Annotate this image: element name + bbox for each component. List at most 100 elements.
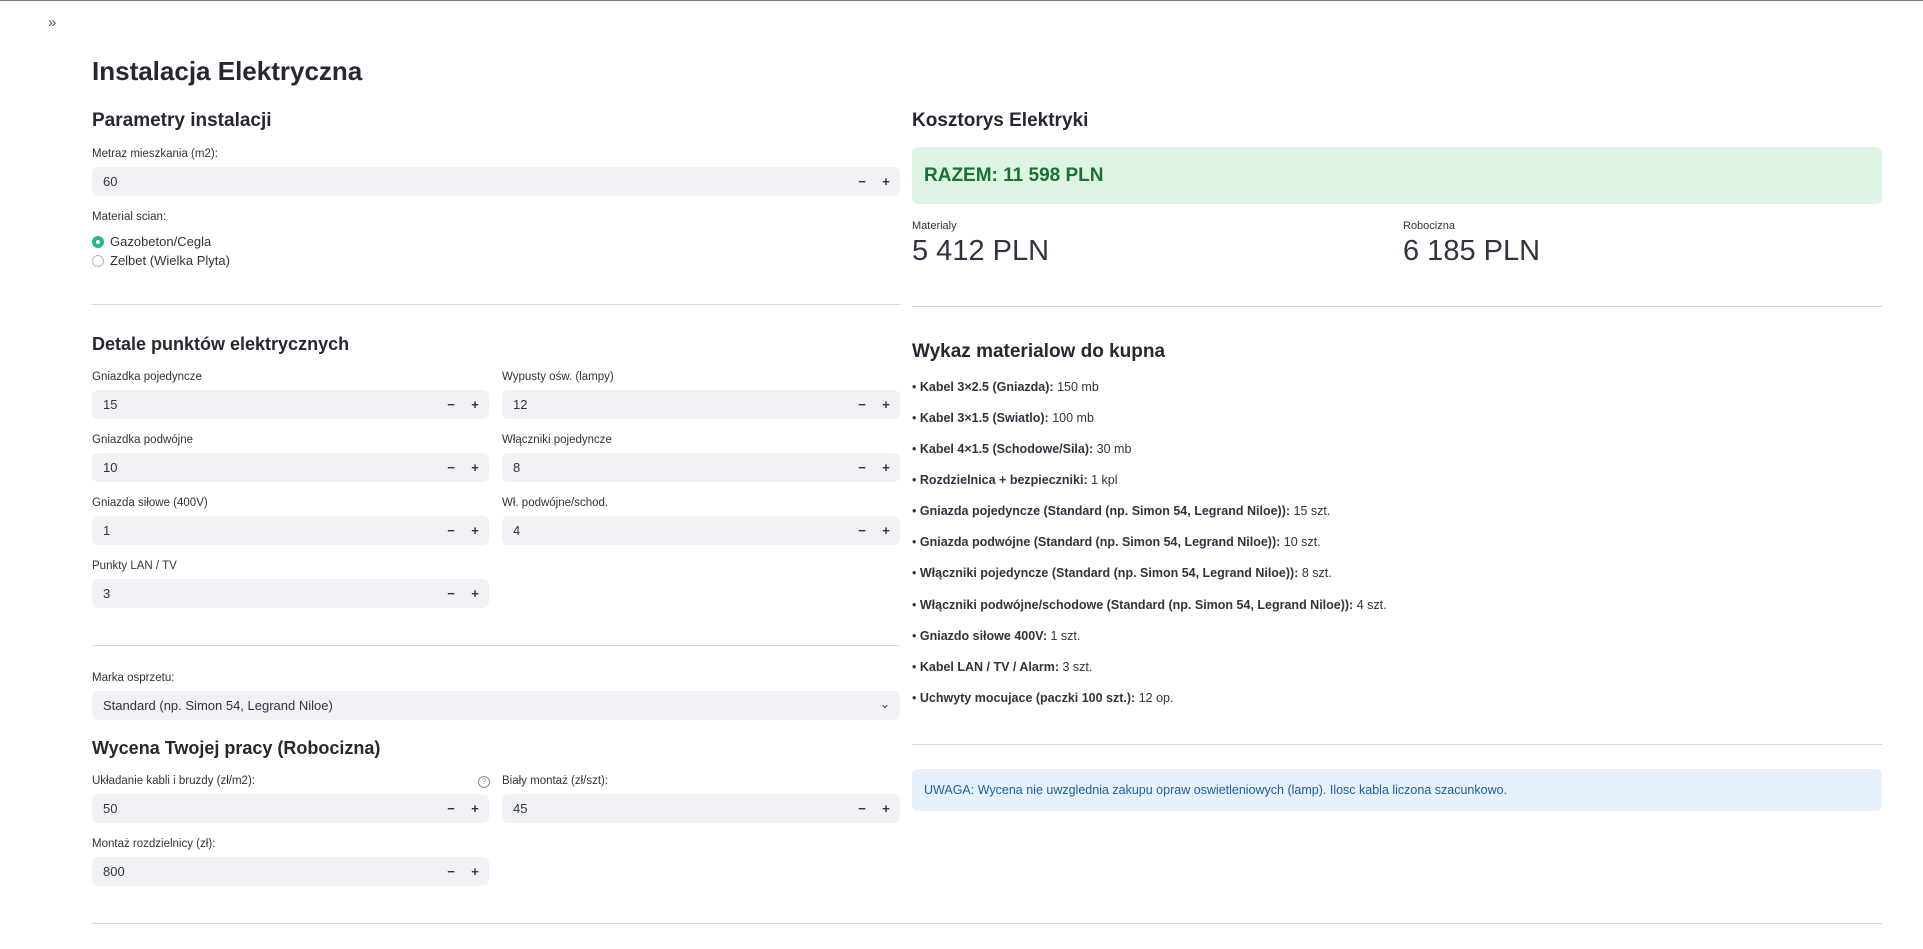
wall-material-label: Material scian: [92, 211, 167, 223]
plus-icon[interactable]: + [876, 460, 896, 475]
field-label: Gniazdka pojedyncze [92, 371, 202, 383]
estimate-heading: Kosztorys Elektryki [912, 110, 1089, 131]
divider [912, 744, 1882, 745]
single-switches-input[interactable]: 8 − + [502, 453, 900, 482]
brand-selected-value: Standard (np. Simon 54, Legrand Niloe) [103, 698, 333, 713]
minus-icon[interactable]: − [441, 523, 461, 538]
item-qty: 1 kpl [1091, 473, 1118, 487]
item-qty: 100 mb [1052, 411, 1094, 425]
list-item: • Kabel 4×1.5 (Schodowe/Sila): 30 mb [912, 442, 1132, 456]
panel-assembly-input[interactable]: 800 − + [92, 857, 489, 886]
divider [912, 306, 1882, 307]
radio-label: Zelbet (Wielka Plyta) [110, 253, 230, 268]
minus-icon[interactable]: − [852, 174, 872, 189]
total-alert: RAZEM: 11 598 PLN [912, 147, 1882, 204]
item-qty: 30 mb [1096, 442, 1132, 456]
radio-label: Gazobeton/Cegla [110, 234, 212, 249]
list-item: • Kabel 3×2.5 (Gniazda): 150 mb [912, 380, 1099, 394]
input-value[interactable]: 3 [92, 586, 441, 601]
plus-icon[interactable]: + [465, 460, 485, 475]
plus-icon[interactable]: + [465, 397, 485, 412]
materials-metric-label: Materialy [912, 220, 957, 232]
plus-icon[interactable]: + [876, 174, 896, 189]
list-item: • Kabel LAN / TV / Alarm: 3 szt. [912, 660, 1093, 674]
field-label: Montaż rozdzielnicy (zł): [92, 838, 216, 850]
minus-icon[interactable]: − [852, 523, 872, 538]
divider [92, 645, 900, 646]
double-switches-input[interactable]: 4 − + [502, 516, 900, 545]
help-icon[interactable]: ? [478, 776, 490, 788]
item-name: Kabel 3×2.5 (Gniazda): [919, 380, 1054, 394]
minus-icon[interactable]: − [441, 397, 461, 412]
area-label: Metraz mieszkania (m2): [92, 148, 218, 160]
list-item: • Rozdzielnica + bezpieczniki: 1 kpl [912, 473, 1118, 487]
input-value[interactable]: 10 [92, 460, 441, 475]
double-sockets-input[interactable]: 10 − + [92, 453, 489, 482]
cable-laying-rate-input[interactable]: 50 − + [92, 794, 489, 823]
radio-checked-icon[interactable] [92, 235, 104, 248]
lan-tv-input[interactable]: 3 − + [92, 579, 489, 608]
top-border [0, 0, 1923, 1]
area-value[interactable]: 60 [92, 174, 852, 189]
minus-icon[interactable]: − [441, 801, 461, 816]
plus-icon[interactable]: + [465, 523, 485, 538]
input-value[interactable]: 50 [92, 801, 441, 816]
input-value[interactable]: 8 [502, 460, 852, 475]
item-qty: 150 mb [1057, 380, 1099, 394]
field-label: Biały montaż (zł/szt): [502, 775, 609, 787]
item-qty: 10 szt. [1283, 535, 1321, 549]
plus-icon[interactable]: + [465, 864, 485, 879]
minus-icon[interactable]: − [441, 460, 461, 475]
list-item: • Gniazdo siłowe 400V: 1 szt. [912, 629, 1081, 643]
minus-icon[interactable]: − [852, 397, 872, 412]
radio-option-zelbet[interactable]: Zelbet (Wielka Plyta) [92, 253, 230, 268]
field-label: Punkty LAN / TV [92, 560, 177, 572]
radio-unchecked-icon[interactable] [92, 254, 104, 267]
item-name: Kabel 4×1.5 (Schodowe/Sila): [919, 442, 1094, 456]
labor-heading: Wycena Twojej pracy (Robocizna) [92, 738, 381, 758]
plus-icon[interactable]: + [465, 586, 485, 601]
minus-icon[interactable]: − [441, 586, 461, 601]
item-qty: 8 szt. [1301, 566, 1332, 580]
lamp-outlets-input[interactable]: 12 − + [502, 390, 900, 419]
brand-label: Marka osprzetu: [92, 672, 175, 684]
item-qty: 4 szt. [1356, 598, 1387, 612]
item-name: Gniazda podwójne (Standard (np. Simon 54… [919, 535, 1281, 549]
page-title: Instalacja Elektryczna [92, 56, 363, 86]
input-value[interactable]: 15 [92, 397, 441, 412]
input-value[interactable]: 12 [502, 397, 852, 412]
chevron-down-icon[interactable]: ⌄ [880, 697, 890, 711]
plus-icon[interactable]: + [876, 801, 896, 816]
input-value[interactable]: 4 [502, 523, 852, 538]
single-sockets-input[interactable]: 15 − + [92, 390, 489, 419]
input-value[interactable]: 45 [502, 801, 852, 816]
field-label: Wypusty ośw. (lampy) [502, 371, 614, 383]
materials-list-heading: Wykaz materialow do kupna [912, 341, 1166, 362]
input-value[interactable]: 800 [92, 864, 441, 879]
item-name: Włączniki podwójne/schodowe (Standard (n… [919, 598, 1354, 612]
double-chevron-right-icon[interactable]: » [48, 14, 56, 31]
minus-icon[interactable]: − [441, 864, 461, 879]
power-sockets-input[interactable]: 1 − + [92, 516, 489, 545]
input-value[interactable]: 1 [92, 523, 441, 538]
item-qty: 3 szt. [1062, 660, 1093, 674]
params-heading: Parametry instalacji [92, 110, 272, 131]
area-number-input[interactable]: 60 − + [92, 167, 900, 196]
field-label: Gniazda siłowe (400V) [92, 497, 208, 509]
materials-metric-value: 5 412 PLN [912, 235, 1050, 267]
plus-icon[interactable]: + [465, 801, 485, 816]
notice-text: UWAGA: Wycena nie uwzglednia zakupu opra… [924, 783, 1508, 797]
minus-icon[interactable]: − [852, 460, 872, 475]
plus-icon[interactable]: + [876, 523, 896, 538]
field-label: Włączniki pojedyncze [502, 434, 612, 446]
radio-option-gazobeton[interactable]: Gazobeton/Cegla [92, 234, 211, 249]
brand-select[interactable]: Standard (np. Simon 54, Legrand Niloe) ⌄ [92, 691, 900, 720]
item-name: Gniazda pojedyncze (Standard (np. Simon … [919, 504, 1291, 518]
white-assembly-rate-input[interactable]: 45 − + [502, 794, 900, 823]
points-heading: Detale punktów elektrycznych [92, 334, 350, 354]
item-qty: 1 szt. [1050, 629, 1081, 643]
item-name: Włączniki pojedyncze (Standard (np. Simo… [919, 566, 1299, 580]
minus-icon[interactable]: − [852, 801, 872, 816]
item-qty: 15 szt. [1293, 504, 1331, 518]
plus-icon[interactable]: + [876, 397, 896, 412]
